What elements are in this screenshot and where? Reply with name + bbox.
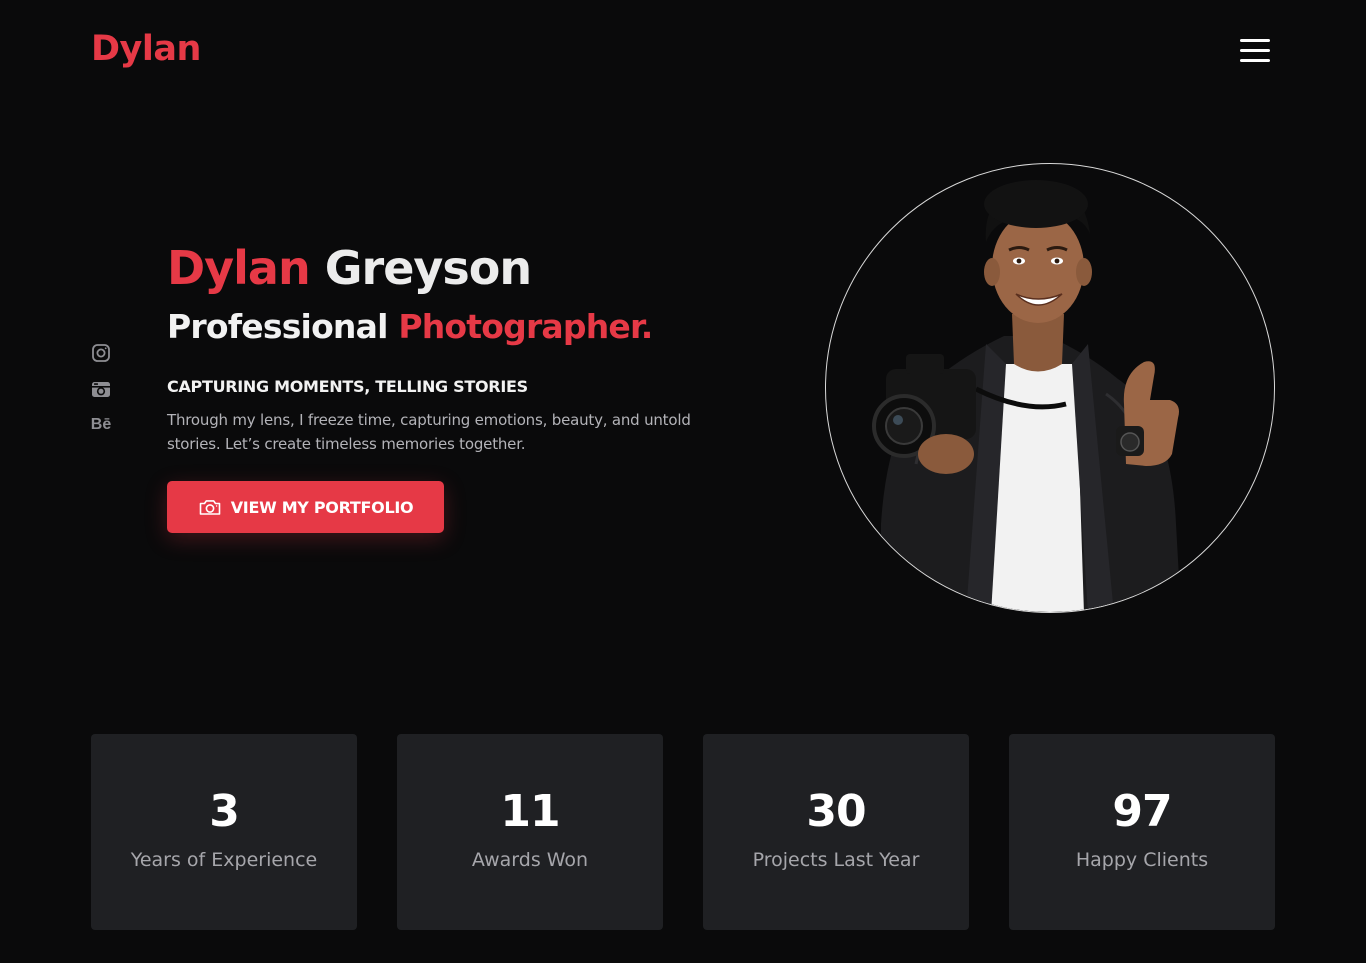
view-portfolio-button[interactable]: VIEW MY PORTFOLIO [167, 481, 444, 533]
camera-icon [199, 500, 221, 515]
stat-value: 30 [806, 786, 866, 837]
hero-first-name: Dylan [167, 241, 311, 295]
stat-label: Happy Clients [1075, 849, 1209, 871]
hero-description: Through my lens, I freeze time, capturin… [167, 411, 691, 453]
stat-value: 3 [209, 786, 240, 837]
hero-role: Professional Photographer. [167, 304, 767, 350]
social-links: Bē [89, 341, 113, 449]
hero-section: Dylan Greyson Professional Photographer.… [167, 238, 767, 456]
stat-card-projects: 30 Projects Last Year [703, 734, 969, 930]
stat-label: Years of Experience [130, 849, 318, 871]
hero-role-highlight: Photographer. [398, 307, 653, 346]
hero-name: Dylan Greyson [167, 238, 767, 298]
logo[interactable]: Dylan [91, 26, 201, 72]
hero-role-prefix: Professional [167, 307, 388, 346]
camera-retro-icon[interactable] [89, 377, 113, 401]
hero-last-name: Greyson [324, 241, 532, 295]
stat-value: 97 [1112, 786, 1172, 837]
stat-card-experience: 3 Years of Experience [91, 734, 357, 930]
stat-label: Projects Last Year [752, 849, 920, 871]
stat-label: Awards Won [471, 849, 589, 871]
stat-value: 11 [500, 786, 560, 837]
portrait-photo [825, 163, 1275, 613]
stat-card-clients: 97 Happy Clients [1009, 734, 1275, 930]
hero-tagline: CAPTURING MOMENTS, TELLING STORIES [167, 377, 528, 396]
behance-icon[interactable]: Bē [89, 413, 113, 437]
stat-card-awards: 11 Awards Won [397, 734, 663, 930]
instagram-icon[interactable] [89, 341, 113, 365]
hamburger-menu-icon[interactable] [1238, 36, 1272, 66]
stats-section: 3 Years of Experience 11 Awards Won 30 P… [91, 734, 1275, 930]
view-portfolio-label: VIEW MY PORTFOLIO [230, 497, 414, 517]
